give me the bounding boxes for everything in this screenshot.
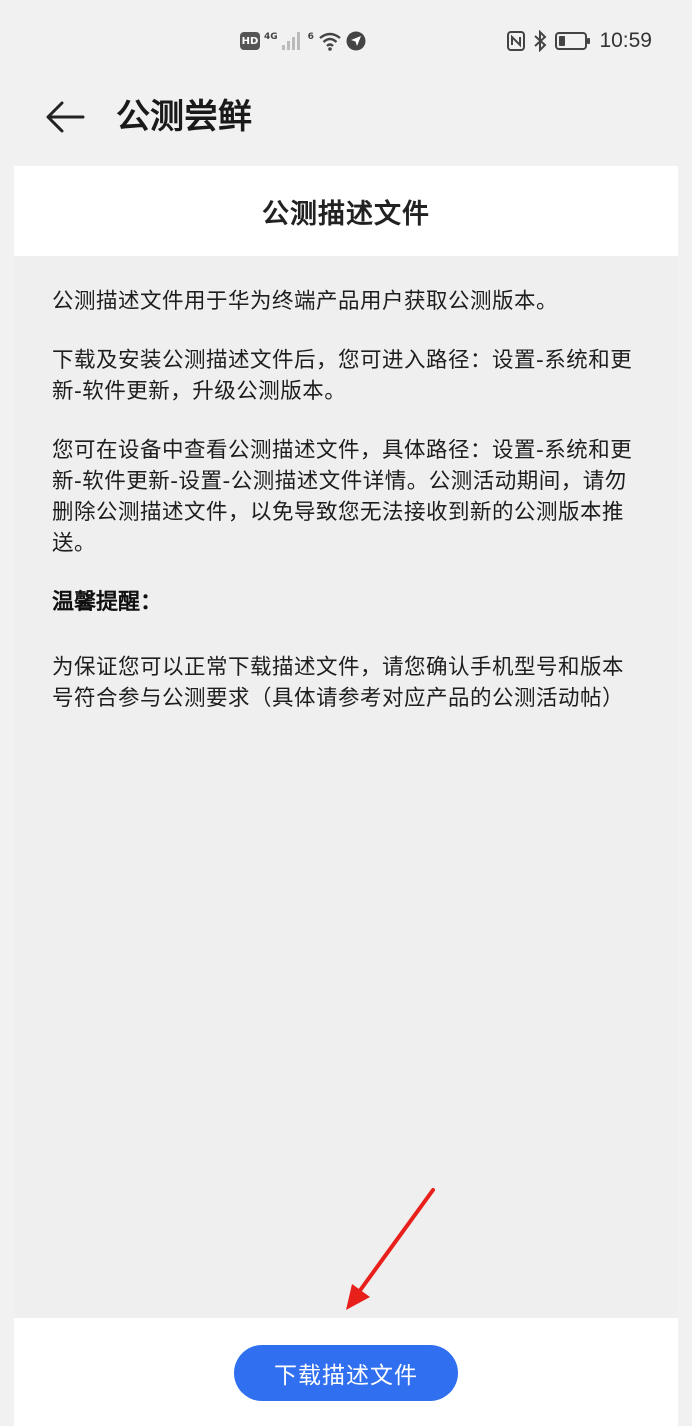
wifi-label: 6 [307, 32, 314, 42]
download-profile-button[interactable]: 下载描述文件 [234, 1345, 458, 1401]
status-icons-right: 10:59 [507, 28, 652, 54]
status-bar: HD 4G 6 10:59 [0, 0, 692, 80]
signal-icon [281, 32, 300, 50]
location-icon [346, 31, 366, 51]
card-header: 公测描述文件 [14, 166, 678, 256]
app-bar: 公测尝鲜 [0, 80, 692, 166]
bottom-action-bar: 下载描述文件 [14, 1318, 678, 1426]
back-arrow-icon [46, 101, 85, 133]
card-content: 公测描述文件用于华为终端产品用户获取公测版本。 下载及安装公测描述文件后，您可进… [14, 256, 678, 714]
back-button[interactable] [40, 94, 90, 140]
wifi-icon [319, 32, 341, 51]
paragraph-intro: 公测描述文件用于华为终端产品用户获取公测版本。 [52, 289, 559, 314]
hd-badge: HD [240, 32, 260, 50]
card-title: 公测描述文件 [262, 198, 430, 230]
network-type: 4G [264, 32, 278, 42]
reminder-heading: 温馨提醒： [52, 590, 163, 615]
paragraph-view: 您可在设备中查看公测描述文件，具体路径：设置-系统和更新-软件更新-设置-公测描… [52, 438, 633, 556]
nfc-icon [507, 31, 526, 51]
status-icons-left: HD 4G 6 [240, 28, 366, 54]
battery-icon [555, 32, 591, 50]
annotation-arrow [346, 1188, 435, 1310]
profile-description-card: 公测描述文件 公测描述文件用于华为终端产品用户获取公测版本。 下载及安装公测描述… [14, 166, 678, 1318]
page-title: 公测尝鲜 [116, 97, 252, 137]
reminder-text: 为保证您可以正常下载描述文件，请您确认手机型号和版本号符合参与公测要求（具体请参… [52, 655, 625, 711]
bluetooth-icon [534, 30, 547, 52]
paragraph-install: 下载及安装公测描述文件后，您可进入路径：设置-系统和更新-软件更新，升级公测版本… [52, 348, 633, 404]
clock: 10:59 [599, 29, 652, 52]
